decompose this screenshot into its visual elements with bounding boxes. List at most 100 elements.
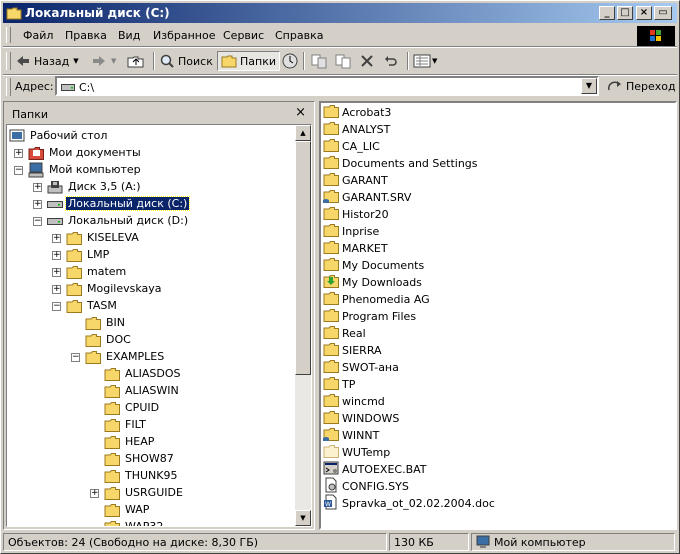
move-to-icon bbox=[311, 54, 327, 69]
menu-tools[interactable]: Сервис bbox=[223, 29, 264, 42]
expand-icon[interactable]: + bbox=[90, 489, 99, 498]
expand-icon[interactable]: + bbox=[14, 149, 23, 158]
file-list-item[interactable]: CONFIG.SYS bbox=[323, 477, 409, 495]
close-button[interactable]: × bbox=[636, 6, 652, 20]
file-list-item[interactable]: AUTOEXEC.BAT bbox=[323, 461, 427, 478]
file-name: WUTemp bbox=[342, 446, 391, 459]
expand-icon[interactable]: + bbox=[33, 200, 42, 209]
file-list-item[interactable]: Phenomedia AG bbox=[323, 291, 430, 308]
collapse-icon[interactable]: − bbox=[71, 353, 80, 362]
file-list-item[interactable]: WINDOWS bbox=[323, 410, 399, 427]
maximize-button[interactable]: □ bbox=[617, 6, 633, 20]
history-icon bbox=[282, 53, 298, 69]
file-name: CONFIG.SYS bbox=[342, 480, 409, 493]
search-button[interactable]: Поиск bbox=[159, 51, 213, 71]
file-list-item[interactable]: TP bbox=[323, 376, 355, 393]
file-list-item[interactable]: Inprise bbox=[323, 223, 379, 240]
file-list-item[interactable]: Acrobat3 bbox=[323, 104, 391, 121]
scroll-down-button[interactable]: ▼ bbox=[295, 510, 311, 526]
file-list-item[interactable]: CA_LIC bbox=[323, 138, 380, 155]
expand-icon[interactable]: + bbox=[52, 251, 61, 260]
go-button[interactable]: Переход bbox=[607, 78, 676, 94]
file-list-item[interactable]: Histor20 bbox=[323, 206, 389, 223]
menu-view[interactable]: Вид bbox=[118, 29, 140, 42]
tree-item-label: ALIASDOS bbox=[125, 367, 181, 380]
collapse-icon[interactable]: − bbox=[52, 302, 61, 311]
forward-dropdown-icon[interactable]: ▼ bbox=[111, 57, 116, 65]
file-list-item[interactable]: GARANT bbox=[323, 172, 388, 189]
folders-pane-title: Папки bbox=[12, 108, 48, 121]
folders-button[interactable]: Папки bbox=[217, 51, 280, 71]
file-list-item[interactable]: Program Files bbox=[323, 308, 416, 325]
tree-item-label: Локальный диск (D:) bbox=[68, 214, 189, 227]
menu-help[interactable]: Справка bbox=[275, 29, 323, 42]
delete-button[interactable] bbox=[359, 51, 375, 71]
copy-to-button[interactable] bbox=[335, 51, 351, 71]
up-folder-button[interactable] bbox=[127, 51, 145, 71]
file-name: CA_LIC bbox=[342, 140, 380, 153]
back-dropdown-icon[interactable]: ▼ bbox=[73, 57, 78, 65]
file-list-item[interactable]: SWOT-ана bbox=[323, 359, 399, 376]
file-list-item[interactable]: SIERRA bbox=[323, 342, 382, 359]
tree-item-label: Мои документы bbox=[49, 146, 141, 159]
tree-item-label: KISELEVA bbox=[87, 231, 139, 244]
file-list-item[interactable]: GARANT.SRV bbox=[323, 189, 411, 206]
tree-item-label: matem bbox=[87, 265, 127, 278]
expand-icon[interactable]: + bbox=[33, 183, 42, 192]
tree-item-label: WAP32 bbox=[125, 520, 164, 527]
expand-icon[interactable]: + bbox=[52, 268, 61, 277]
file-list-item[interactable]: W Spravka_ot_02.02.2004.doc bbox=[323, 494, 495, 512]
go-label: Переход bbox=[626, 79, 676, 93]
tree-item-label: BIN bbox=[106, 316, 126, 329]
menu-file[interactable]: Файл bbox=[23, 29, 53, 42]
file-name: Phenomedia AG bbox=[342, 293, 430, 306]
address-grip[interactable] bbox=[6, 78, 11, 96]
file-list-item[interactable]: My Downloads bbox=[323, 274, 422, 291]
search-icon bbox=[160, 54, 174, 68]
back-arrow-icon bbox=[17, 56, 29, 66]
scroll-up-button[interactable]: ▲ bbox=[295, 125, 311, 141]
file-list-item[interactable]: wincmd bbox=[323, 393, 385, 410]
address-dropdown-button[interactable]: ▼ bbox=[581, 78, 597, 94]
file-list[interactable]: Acrobat3 ANALYST CA_LIC Documents and Setti… bbox=[319, 101, 677, 530]
file-list-item[interactable]: WINNT bbox=[323, 427, 379, 444]
restore-button[interactable]: ▭ bbox=[654, 6, 672, 20]
scroll-thumb[interactable] bbox=[295, 141, 311, 375]
address-value: C:\ bbox=[79, 81, 95, 94]
collapse-icon[interactable]: − bbox=[14, 166, 23, 175]
address-input[interactable]: C:\ ▼ bbox=[55, 76, 599, 96]
forward-arrow-icon bbox=[93, 56, 105, 66]
menu-grip[interactable] bbox=[6, 27, 11, 43]
history-button[interactable] bbox=[281, 51, 299, 71]
status-zone-label: Мой компьютер bbox=[494, 536, 586, 549]
address-bar: Адрес: C:\ ▼ Переход bbox=[3, 75, 677, 99]
toolbar-grip[interactable] bbox=[6, 52, 11, 70]
back-button[interactable]: Назад ▼ bbox=[15, 51, 79, 71]
folder-tree[interactable]: Рабочий стол + Мои документы − Мой компьютер… bbox=[6, 124, 312, 527]
forward-button[interactable]: ▼ bbox=[91, 51, 116, 71]
expand-icon[interactable]: + bbox=[52, 234, 61, 243]
file-list-item[interactable]: MARKET bbox=[323, 240, 388, 257]
views-button[interactable]: ▼ bbox=[413, 51, 437, 71]
file-list-item[interactable]: My Documents bbox=[323, 257, 424, 274]
menu-favorites[interactable]: Избранное bbox=[153, 29, 215, 42]
collapse-icon[interactable]: − bbox=[33, 217, 42, 226]
menu-edit[interactable]: Правка bbox=[65, 29, 107, 42]
views-dropdown-icon[interactable]: ▼ bbox=[432, 57, 437, 65]
close-icon[interactable]: × bbox=[295, 105, 306, 120]
file-list-item[interactable]: Documents and Settings bbox=[323, 155, 478, 172]
move-to-button[interactable] bbox=[311, 51, 327, 71]
tree-item-label: CPUID bbox=[125, 401, 160, 414]
tree-vertical-scrollbar[interactable]: ▲ ▼ bbox=[295, 125, 311, 526]
folder-icon bbox=[85, 349, 101, 368]
file-name: AUTOEXEC.BAT bbox=[342, 463, 427, 476]
minimize-button[interactable]: _ bbox=[599, 6, 615, 20]
title-bar[interactable]: Локальный диск (C:) _ □ × ▭ bbox=[3, 3, 677, 23]
undo-button[interactable] bbox=[383, 51, 399, 71]
tree-item-label: THUNK95 bbox=[125, 469, 178, 482]
file-list-item[interactable]: Real bbox=[323, 325, 366, 342]
file-list-item[interactable]: ANALYST bbox=[323, 121, 390, 138]
expand-icon[interactable]: + bbox=[52, 285, 61, 294]
my-computer-icon bbox=[28, 162, 44, 181]
file-list-item[interactable]: WUTemp bbox=[323, 444, 390, 461]
